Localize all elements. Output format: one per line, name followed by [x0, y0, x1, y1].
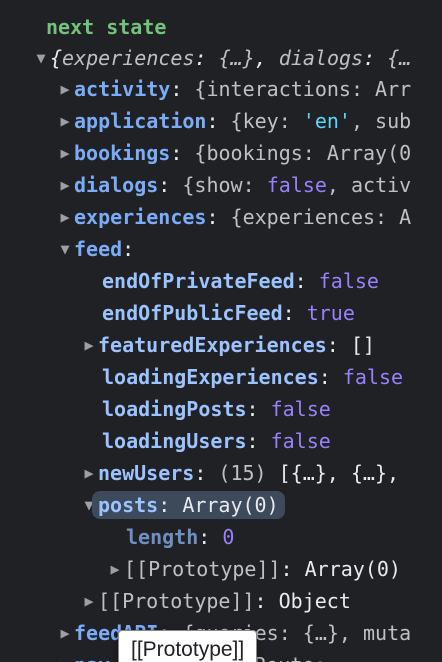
node-key: bookings — [74, 141, 171, 165]
tree-node-prototype-array[interactable]: ▶ [[Prototype]]: Array(0) — [106, 553, 401, 585]
chevron-right-icon[interactable]: ▶ — [56, 137, 74, 169]
tree-node-activity[interactable]: ▶ activity: {interactions: Arr — [56, 73, 411, 105]
chevron-right-icon[interactable]: ▶ — [80, 329, 98, 361]
node-key: [[Prototype]] — [98, 589, 255, 613]
root-summary-key: experiences — [62, 46, 195, 70]
next-state-title: next state — [46, 11, 166, 43]
node-key: dialogs — [74, 173, 159, 197]
tree-node-loadingusers[interactable]: loadingUsers: false — [102, 425, 331, 457]
node-key: [[Prototype]] — [124, 557, 281, 581]
node-key: featuredExperiences — [98, 333, 327, 357]
node-value: true — [306, 301, 355, 325]
node-count: (15) — [218, 461, 267, 485]
tree-node-featuredexperiences[interactable]: ▶ featuredExperiences: [] — [80, 329, 375, 361]
node-preview: {show: — [182, 173, 267, 197]
node-preview-string: 'en' — [302, 109, 351, 133]
node-key: length — [126, 525, 199, 549]
tree-node-newusers[interactable]: ▶ newUsers: (15) [{…}, {…}, — [80, 457, 399, 489]
node-preview: , sub — [350, 109, 412, 133]
node-key: nav — [74, 653, 110, 662]
node-value: Array(0) — [304, 557, 401, 581]
node-value: 0 — [222, 525, 235, 549]
chevron-right-icon[interactable]: ▶ — [56, 201, 74, 233]
chevron-right-icon[interactable]: ▶ — [80, 585, 98, 617]
tree-node-dialogs[interactable]: ▶ dialogs: {show: false, activ — [56, 169, 411, 201]
node-preview: {bookings: Array(0 — [194, 141, 412, 165]
tree-node-experiences[interactable]: ▶ experiences: {experiences: A — [56, 201, 411, 233]
node-key: loadingPosts — [102, 397, 247, 421]
root-node[interactable]: ▼ {experiences: {…}, dialogs: {… — [32, 42, 411, 74]
chevron-right-icon[interactable]: ▶ — [106, 553, 124, 585]
node-key: endOfPublicFeed — [102, 301, 283, 325]
chevron-right-icon[interactable]: ▶ — [56, 649, 74, 662]
chevron-down-icon[interactable]: ▼ — [32, 42, 50, 74]
tree-node-loadingposts[interactable]: loadingPosts: false — [102, 393, 331, 425]
node-value: false — [270, 429, 331, 453]
node-value: false — [270, 397, 331, 421]
chevron-right-icon[interactable]: ▶ — [56, 169, 74, 201]
tree-node-prototype-object[interactable]: ▶ [[Prototype]]: Object — [80, 585, 351, 617]
tree-node-posts[interactable]: ▼ posts: Array(0) — [80, 489, 285, 521]
tree-node-application[interactable]: ▶ application: {key: 'en', sub — [56, 105, 411, 137]
chevron-right-icon[interactable]: ▶ — [80, 457, 98, 489]
node-preview: {interactions: Arr — [194, 77, 412, 101]
tree-node-endofprivatefeed[interactable]: endOfPrivateFeed: false — [102, 265, 379, 297]
state-inspector-tree: next state ▼ {experiences: {…}, dialogs: … — [0, 0, 442, 662]
node-value: Object — [278, 589, 351, 613]
node-preview: {key: — [230, 109, 303, 133]
node-key: loadingExperiences — [102, 365, 319, 389]
title-text: next state — [46, 15, 167, 39]
node-key: feed — [74, 237, 123, 261]
root-summary-value: {…} — [218, 46, 255, 70]
node-key: loadingUsers — [102, 429, 247, 453]
root-summary-value: {… — [387, 46, 412, 70]
tree-node-length[interactable]: length: 0 — [126, 521, 234, 553]
tree-node-bookings[interactable]: ▶ bookings: {bookings: Array(0 — [56, 137, 411, 169]
tree-node-endofpublicfeed[interactable]: endOfPublicFeed: true — [102, 297, 355, 329]
node-key: application — [74, 109, 207, 133]
node-key: posts — [98, 493, 159, 517]
node-key: newUsers — [98, 461, 195, 485]
node-preview: {experiences: A — [230, 205, 412, 229]
node-value: [{…}, {…}, — [278, 461, 400, 485]
node-preview-keyword: false — [266, 173, 327, 197]
chevron-right-icon[interactable]: ▶ — [56, 617, 74, 649]
root-summary-key: dialogs — [278, 46, 364, 70]
chevron-down-icon[interactable]: ▼ — [56, 233, 74, 265]
chevron-right-icon[interactable]: ▶ — [56, 73, 74, 105]
node-value: [] — [350, 333, 375, 357]
node-value: Array(0) — [182, 493, 279, 517]
node-key: endOfPrivateFeed — [102, 269, 295, 293]
node-key: experiences — [74, 205, 207, 229]
node-value: false — [318, 269, 379, 293]
prototype-tooltip: [[Prototype]] — [118, 630, 258, 662]
tree-node-feed[interactable]: ▼ feed: — [56, 233, 134, 265]
node-key: activity — [74, 77, 171, 101]
tree-node-loadingexperiences[interactable]: loadingExperiences: false — [102, 361, 403, 393]
node-preview: , activ — [326, 173, 412, 197]
chevron-right-icon[interactable]: ▶ — [56, 105, 74, 137]
node-value: false — [342, 365, 404, 389]
selected-node-highlight[interactable]: posts: Array(0) — [92, 491, 285, 519]
